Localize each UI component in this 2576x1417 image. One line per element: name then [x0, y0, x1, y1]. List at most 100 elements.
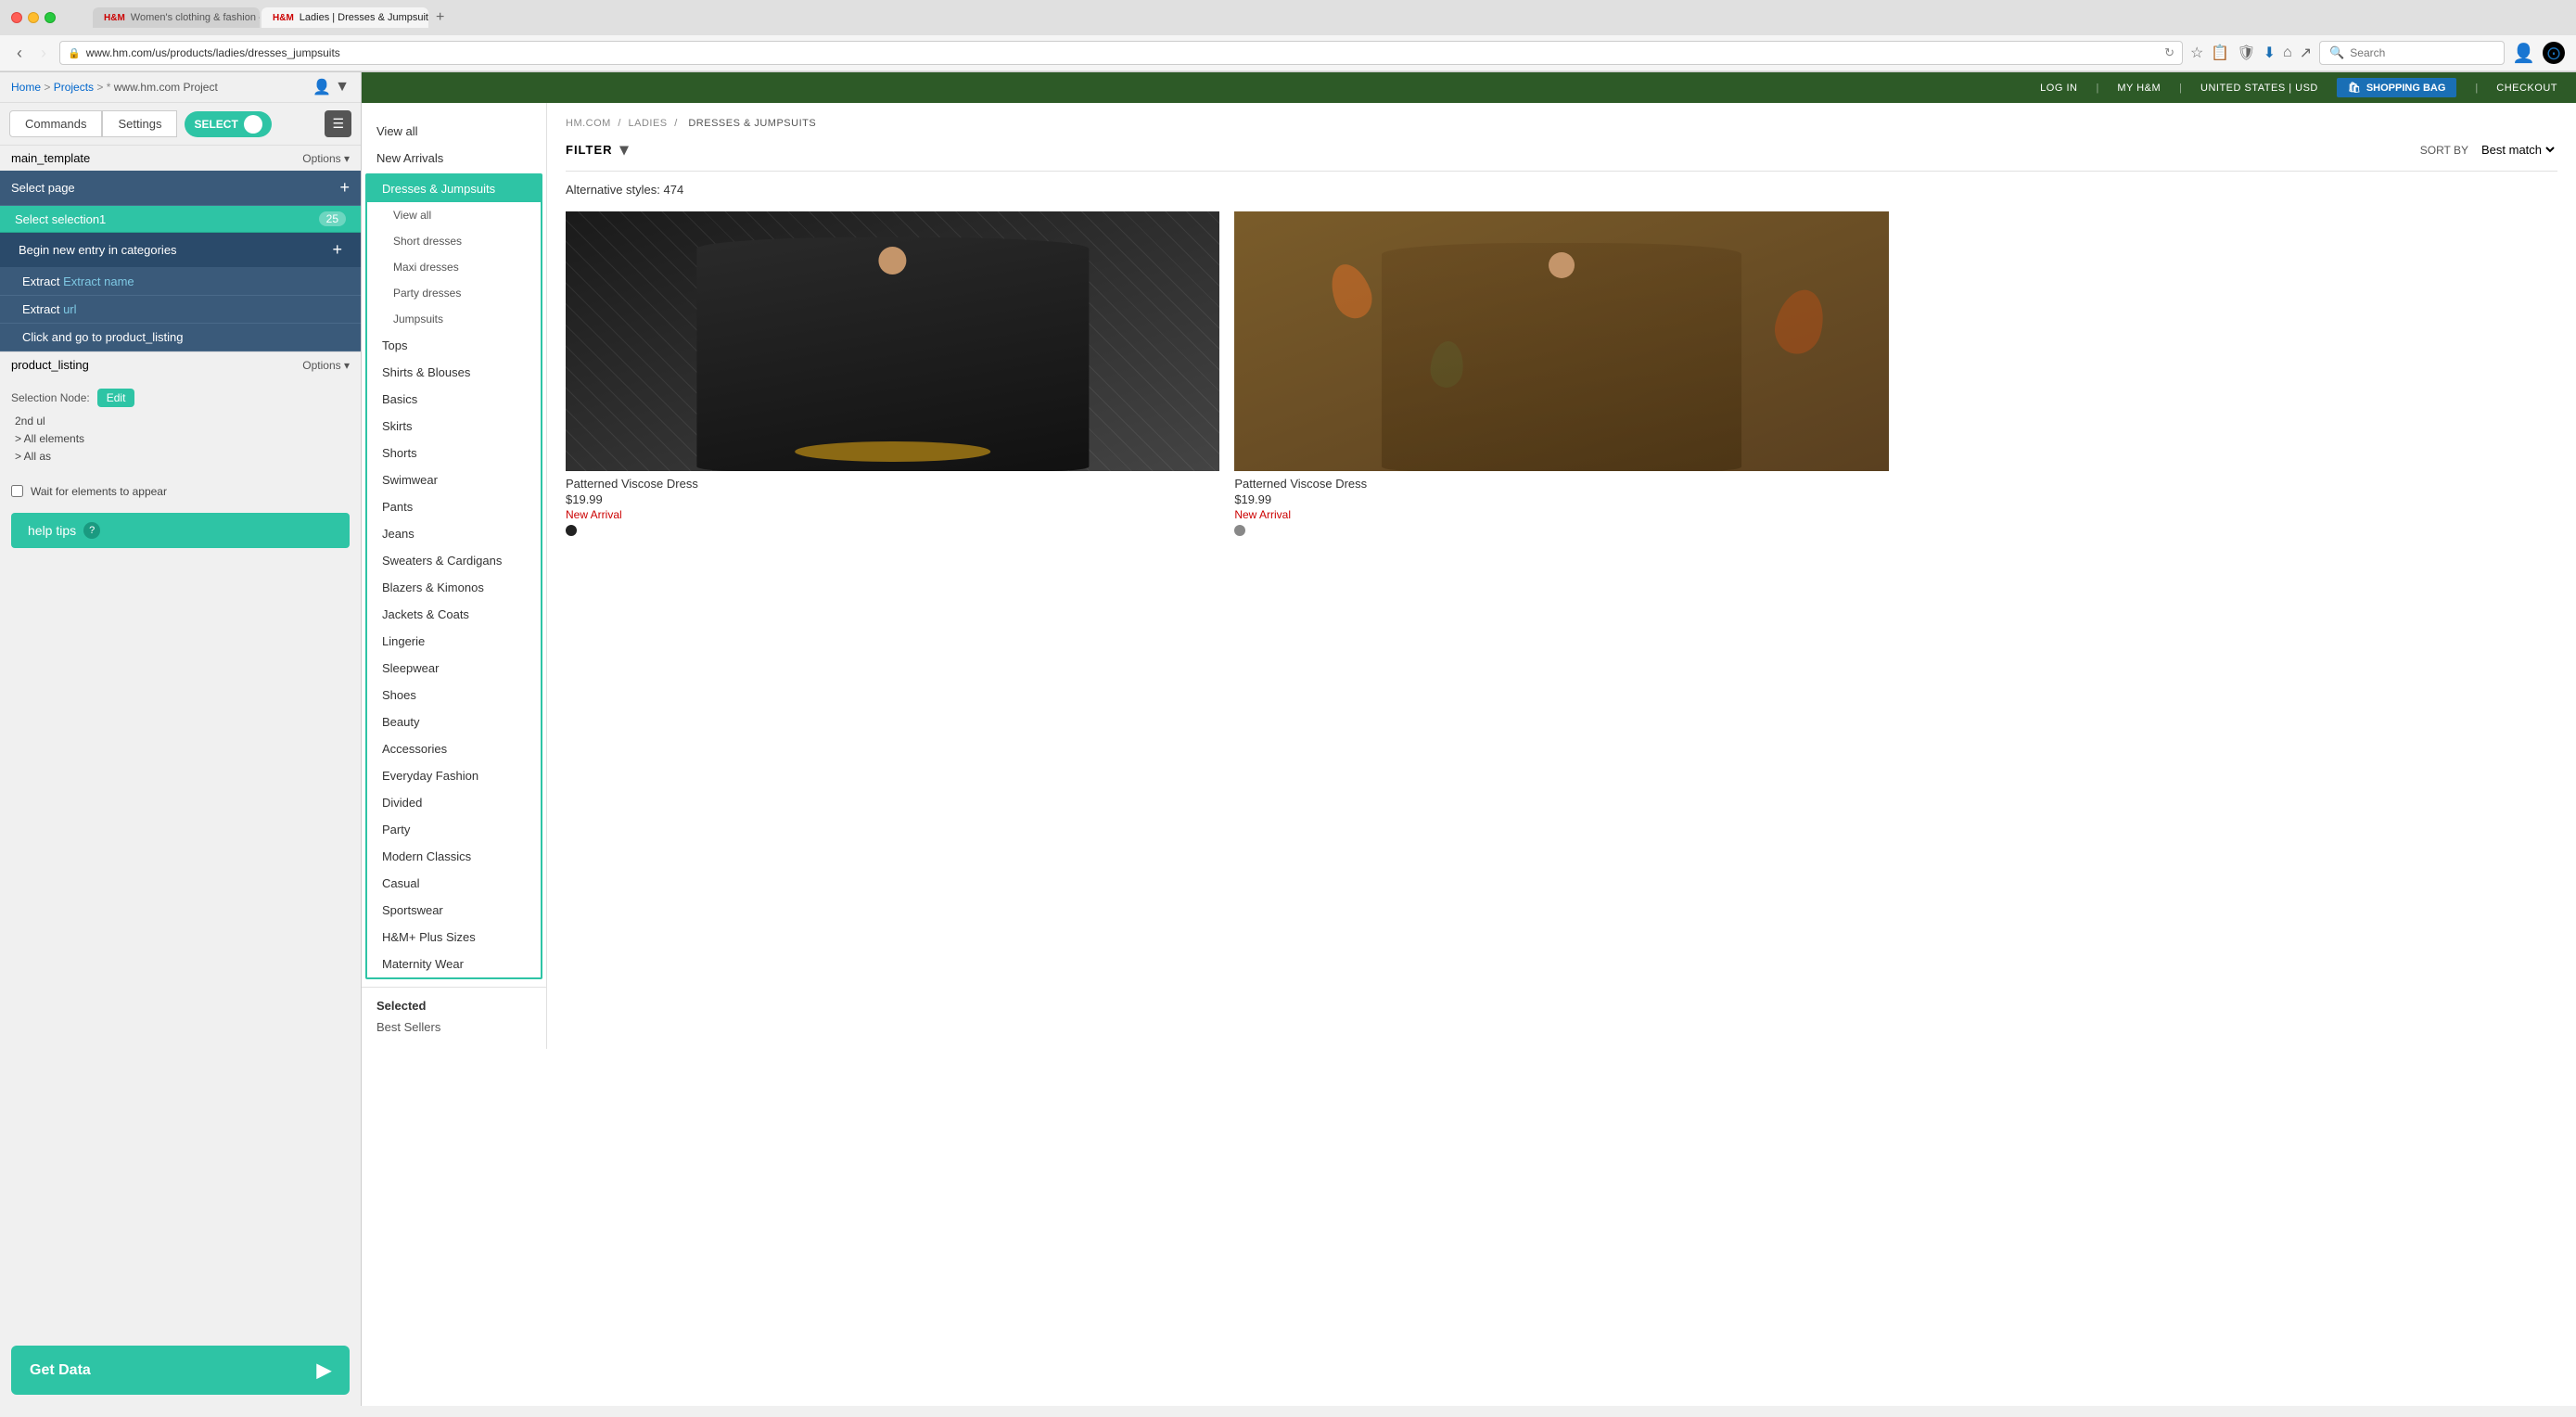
select-page-label: Select page [11, 181, 339, 195]
wait-checkbox[interactable] [11, 485, 23, 497]
sidebar-item-sleepwear[interactable]: Sleepwear [367, 655, 541, 682]
sort-by-label: SORT BY [2420, 144, 2468, 157]
breadcrumb-hm-com[interactable]: HM.COM [566, 118, 611, 129]
tab-settings[interactable]: Settings [102, 110, 177, 137]
hm-country-link[interactable]: UNITED STATES | USD [2200, 83, 2318, 94]
product-name-2: Patterned Viscose Dress [1234, 477, 1888, 491]
sidebar-item-party-dresses[interactable]: Party dresses [367, 280, 541, 306]
breadcrumb-ladies[interactable]: LADIES [629, 118, 668, 129]
sidebar-item-jeans[interactable]: Jeans [367, 520, 541, 547]
product-listing-options-button[interactable]: Options ▾ [302, 359, 350, 372]
new-tab-button[interactable]: + [430, 9, 450, 26]
url-text: www.hm.com/us/products/ladies/dresses_ju… [86, 46, 2159, 59]
sidebar-item-beauty[interactable]: Beauty [367, 708, 541, 735]
sidebar-item-party[interactable]: Party [367, 816, 541, 843]
selection1-row[interactable]: Select selection1 25 [0, 206, 361, 233]
click-go-row[interactable]: Click and go to product_listing [0, 324, 361, 351]
sidebar-item-jumpsuits[interactable]: Jumpsuits [367, 306, 541, 332]
breadcrumb-bar: Home > Projects > * www.hm.com Project 👤… [0, 72, 361, 103]
selected-item-best-sellers[interactable]: Best Sellers [362, 1014, 455, 1040]
breadcrumb-sep2: > * [96, 81, 113, 94]
sidebar-item-swimwear[interactable]: Swimwear [367, 466, 541, 493]
sidebar-item-new-arrivals[interactable]: New Arrivals [362, 145, 546, 172]
breadcrumb-hm-sep2: / [674, 118, 681, 129]
new-entry-add-button[interactable]: + [332, 240, 342, 260]
tab-1[interactable]: H&M Women's clothing & fashion -... ✕ [93, 7, 260, 28]
sidebar-item-shoes[interactable]: Shoes [367, 682, 541, 708]
sort-select[interactable]: Best match [2478, 142, 2557, 158]
selection1-count: 25 [319, 211, 346, 226]
forward-button[interactable]: › [35, 42, 52, 65]
edit-button[interactable]: Edit [97, 389, 135, 407]
sidebar-item-basics[interactable]: Basics [367, 386, 541, 413]
tab-2[interactable]: H&M Ladies | Dresses & Jumpsuits ... ✕ [261, 7, 428, 28]
sidebar-item-accessories[interactable]: Accessories [367, 735, 541, 762]
hm-login-link[interactable]: LOG IN [2040, 83, 2077, 94]
home-icon[interactable]: ⌂ [2283, 45, 2292, 61]
sidebar-item-sweaters-cardigans[interactable]: Sweaters & Cardigans [367, 547, 541, 574]
avatar-button[interactable]: 👤 [312, 78, 331, 96]
sidebar-item-view-all-sub[interactable]: View all [367, 202, 541, 228]
sidebar-item-shorts[interactable]: Shorts [367, 440, 541, 466]
back-button[interactable]: ‹ [11, 42, 28, 65]
help-tips-button[interactable]: help tips ? [11, 513, 350, 548]
maximize-traffic-light[interactable] [45, 12, 56, 23]
sidebar-item-tops[interactable]: Tops [367, 332, 541, 359]
nav-bar: ‹ › 🔒 www.hm.com/us/products/ladies/dres… [0, 35, 2576, 71]
sidebar-item-divided[interactable]: Divided [367, 789, 541, 816]
browser-chrome: H&M Women's clothing & fashion -... ✕ H&… [0, 0, 2576, 72]
shopping-bag-button[interactable]: 🛍 SHOPPING BAG [2337, 78, 2457, 97]
refresh-icon[interactable]: ↻ [2164, 45, 2174, 60]
get-data-arrow-icon: ▶ [317, 1359, 331, 1382]
main-template-options-button[interactable]: Options ▾ [302, 152, 350, 165]
hm-breadcrumb: HM.COM / LADIES / DRESSES & JUMPSUITS [566, 118, 2557, 129]
share-icon[interactable]: ↗ [2300, 44, 2312, 62]
new-entry-row[interactable]: Begin new entry in categories + [0, 233, 361, 268]
sidebar-item-hm-plus[interactable]: H&M+ Plus Sizes [367, 924, 541, 951]
sidebar-item-casual[interactable]: Casual [367, 870, 541, 897]
tab-commands[interactable]: Commands [9, 110, 102, 137]
hm-checkout-link[interactable]: CHECKOUT [2496, 83, 2557, 94]
minimize-traffic-light[interactable] [28, 12, 39, 23]
sidebar-item-jackets-coats[interactable]: Jackets & Coats [367, 601, 541, 628]
select-toggle[interactable]: SELECT [185, 111, 271, 137]
sidebar-item-sportswear[interactable]: Sportswear [367, 897, 541, 924]
reader-icon[interactable]: 📋 [2211, 44, 2229, 62]
get-data-button[interactable]: Get Data ▶ [11, 1346, 350, 1395]
product-card-1[interactable]: Patterned Viscose Dress $19.99 New Arriv… [566, 211, 1219, 536]
sidebar-item-dresses-jumpsuits[interactable]: Dresses & Jumpsuits [367, 175, 541, 202]
filter-button[interactable]: FILTER ▾ [566, 140, 630, 160]
breadcrumb-projects[interactable]: Projects [54, 81, 94, 94]
selection-node-label-row: Selection Node: Edit [11, 389, 350, 407]
shield-icon[interactable]: 🛡 [2237, 44, 2255, 62]
sidebar-item-modern-classics[interactable]: Modern Classics [367, 843, 541, 870]
sidebar-item-shirts-blouses[interactable]: Shirts & Blouses [367, 359, 541, 386]
close-traffic-light[interactable] [11, 12, 22, 23]
hamburger-menu-button[interactable]: ☰ [325, 110, 351, 137]
dropdown-arrow[interactable]: ▼ [335, 79, 350, 96]
extract-name-row[interactable]: Extract Extract name [0, 268, 361, 296]
star-icon[interactable]: ☆ [2190, 44, 2203, 62]
download-icon[interactable]: ⬇ [2264, 44, 2276, 62]
sidebar-item-everyday-fashion[interactable]: Everyday Fashion [367, 762, 541, 789]
breadcrumb-home[interactable]: Home [11, 81, 41, 94]
browser-search-bar[interactable]: 🔍 [2319, 41, 2505, 65]
url-bar[interactable]: 🔒 www.hm.com/us/products/ladies/dresses_… [59, 41, 2183, 65]
product-card-2[interactable]: Patterned Viscose Dress $19.99 New Arriv… [1234, 211, 1888, 536]
sidebar-item-lingerie[interactable]: Lingerie [367, 628, 541, 655]
product-img-1 [566, 211, 1219, 471]
select-page-add-button[interactable]: + [339, 178, 350, 198]
sidebar-item-blazers-kimonos[interactable]: Blazers & Kimonos [367, 574, 541, 601]
sidebar-item-pants[interactable]: Pants [367, 493, 541, 520]
browser-search-input[interactable] [2350, 46, 2480, 59]
extension-icon[interactable]: ⊙ [2543, 42, 2565, 64]
sidebar-item-maternity-wear[interactable]: Maternity Wear [367, 951, 541, 977]
sidebar-item-short-dresses[interactable]: Short dresses [367, 228, 541, 254]
sidebar-item-skirts[interactable]: Skirts [367, 413, 541, 440]
hm-my-hm-link[interactable]: MY H&M [2117, 83, 2161, 94]
select-page-row[interactable]: Select page + [0, 171, 361, 206]
profile-icon[interactable]: 👤 [2512, 42, 2535, 65]
extract-url-row[interactable]: Extract url [0, 296, 361, 324]
sidebar-item-view-all[interactable]: View all [362, 118, 546, 145]
sidebar-item-maxi-dresses[interactable]: Maxi dresses [367, 254, 541, 280]
